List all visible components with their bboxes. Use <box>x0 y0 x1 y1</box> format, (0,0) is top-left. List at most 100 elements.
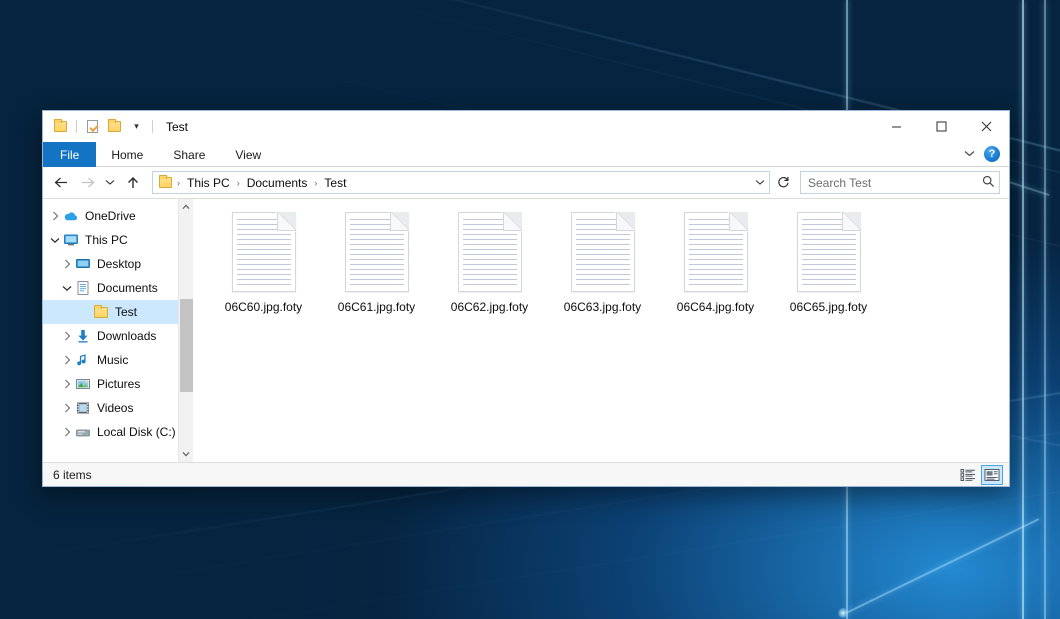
customize-quick-access-caret-icon[interactable]: ▾ <box>128 118 145 135</box>
sidebar-item-desktop[interactable]: Desktop <box>43 252 193 276</box>
properties-checkmark-icon[interactable] <box>84 118 101 135</box>
generic-file-icon <box>684 212 748 292</box>
file-item[interactable]: 06C64.jpg.foty <box>659 207 772 322</box>
tree-indent-spacer <box>77 304 93 320</box>
window-controls <box>874 111 1009 142</box>
sidebar-item-local-disk-c[interactable]: Local Disk (C:) <box>43 420 193 444</box>
sidebar-item-downloads[interactable]: Downloads <box>43 324 193 348</box>
chevron-right-icon[interactable] <box>59 328 75 344</box>
file-name-label: 06C61.jpg.foty <box>338 300 415 315</box>
downloads-arrow-icon <box>75 328 91 344</box>
toolbar-divider <box>76 120 77 133</box>
folder-icon <box>93 304 109 320</box>
file-item[interactable]: 06C65.jpg.foty <box>772 207 885 322</box>
tab-share[interactable]: Share <box>158 142 220 167</box>
sidebar-item-documents[interactable]: Documents <box>43 276 193 300</box>
chevron-down-icon[interactable] <box>59 280 75 296</box>
maximize-button[interactable] <box>919 111 964 142</box>
sidebar-item-pictures[interactable]: Pictures <box>43 372 193 396</box>
breadcrumb: › This PC › Documents › Test <box>157 174 751 192</box>
refresh-button[interactable] <box>772 171 794 194</box>
sidebar-item-videos[interactable]: Videos <box>43 396 193 420</box>
breadcrumb-this-pc[interactable]: This PC <box>183 174 234 192</box>
chevron-right-icon[interactable] <box>59 376 75 392</box>
chevron-right-icon[interactable] <box>59 352 75 368</box>
large-icons-view-button[interactable] <box>981 465 1003 485</box>
details-view-button[interactable] <box>957 465 979 485</box>
address-dropdown-chevron-icon[interactable] <box>751 172 769 193</box>
file-list-view[interactable]: 06C60.jpg.foty 06C61.jpg.foty <box>193 199 1009 462</box>
recent-locations-button[interactable] <box>101 171 119 195</box>
ribbon-right-controls: ? <box>964 142 1009 166</box>
file-name-label: 06C62.jpg.foty <box>451 300 528 315</box>
sidebar-item-this-pc[interactable]: This PC <box>43 228 193 252</box>
title-bar: ▾ Test <box>43 111 1009 142</box>
breadcrumb-separator[interactable]: › <box>234 178 243 188</box>
view-mode-buttons <box>957 465 1003 485</box>
sidebar-item-label: This PC <box>85 233 128 247</box>
file-name-label: 06C60.jpg.foty <box>225 300 302 315</box>
navigation-pane-scrollbar[interactable] <box>178 199 193 462</box>
forward-button[interactable] <box>75 171 99 195</box>
tab-view[interactable]: View <box>220 142 276 167</box>
pictures-icon <box>75 376 91 392</box>
minimize-button[interactable] <box>874 111 919 142</box>
new-folder-icon[interactable] <box>106 118 123 135</box>
sidebar-item-music[interactable]: Music <box>43 348 193 372</box>
sidebar-item-label: Music <box>97 353 128 367</box>
quick-access-toolbar: ▾ Test <box>43 111 188 142</box>
tab-home[interactable]: Home <box>96 142 158 167</box>
file-item[interactable]: 06C63.jpg.foty <box>546 207 659 322</box>
file-grid: 06C60.jpg.foty 06C61.jpg.foty <box>207 207 1009 322</box>
generic-file-icon <box>232 212 296 292</box>
window-body: OneDrive This PC Desktop <box>43 198 1009 462</box>
videos-film-icon <box>75 400 91 416</box>
scrollbar-track[interactable] <box>179 215 194 446</box>
chevron-down-icon[interactable] <box>47 232 63 248</box>
file-name-label: 06C65.jpg.foty <box>790 300 867 315</box>
breadcrumb-folder-icon[interactable] <box>159 177 172 188</box>
ribbon-tab-bar: File Home Share View ? <box>43 142 1009 167</box>
sidebar-item-test[interactable]: Test <box>43 300 193 324</box>
sidebar-item-onedrive[interactable]: OneDrive <box>43 204 193 228</box>
status-bar: 6 items <box>43 462 1009 486</box>
breadcrumb-separator[interactable]: › <box>311 178 320 188</box>
up-button[interactable] <box>121 171 145 195</box>
breadcrumb-separator[interactable]: › <box>174 178 183 188</box>
toolbar-divider <box>152 120 153 133</box>
chevron-right-icon[interactable] <box>47 208 63 224</box>
file-item[interactable]: 06C61.jpg.foty <box>320 207 433 322</box>
music-note-icon <box>75 352 91 368</box>
file-name-label: 06C64.jpg.foty <box>677 300 754 315</box>
breadcrumb-bar[interactable]: › This PC › Documents › Test <box>152 171 770 194</box>
onedrive-cloud-icon <box>63 208 79 224</box>
help-icon[interactable]: ? <box>984 146 1000 162</box>
chevron-right-icon[interactable] <box>59 424 75 440</box>
breadcrumb-documents[interactable]: Documents <box>243 174 312 192</box>
file-name-label: 06C63.jpg.foty <box>564 300 641 315</box>
file-item[interactable]: 06C62.jpg.foty <box>433 207 546 322</box>
breadcrumb-test[interactable]: Test <box>320 174 350 192</box>
scroll-up-arrow-icon[interactable] <box>179 199 194 215</box>
sidebar-item-label: Videos <box>97 401 133 415</box>
back-button[interactable] <box>49 171 73 195</box>
sidebar-item-label: Documents <box>97 281 158 295</box>
chevron-right-icon[interactable] <box>59 256 75 272</box>
window-title: Test <box>166 120 188 134</box>
search-box[interactable] <box>800 171 1000 194</box>
chevron-down-icon: ▾ <box>134 122 139 131</box>
scroll-down-arrow-icon[interactable] <box>179 446 194 462</box>
file-item[interactable]: 06C60.jpg.foty <box>207 207 320 322</box>
sidebar-item-label: Desktop <box>97 257 141 271</box>
sidebar-item-label: OneDrive <box>85 209 136 223</box>
close-button[interactable] <box>964 111 1009 142</box>
chevron-right-icon[interactable] <box>59 400 75 416</box>
tab-file[interactable]: File <box>43 142 96 167</box>
expand-ribbon-chevron-down-icon[interactable] <box>964 149 975 160</box>
this-pc-monitor-icon <box>63 232 79 248</box>
search-input[interactable] <box>808 176 982 190</box>
generic-file-icon <box>797 212 861 292</box>
scrollbar-thumb[interactable] <box>180 299 193 392</box>
folder-icon[interactable] <box>52 118 69 135</box>
sidebar-item-label: Test <box>115 305 137 319</box>
